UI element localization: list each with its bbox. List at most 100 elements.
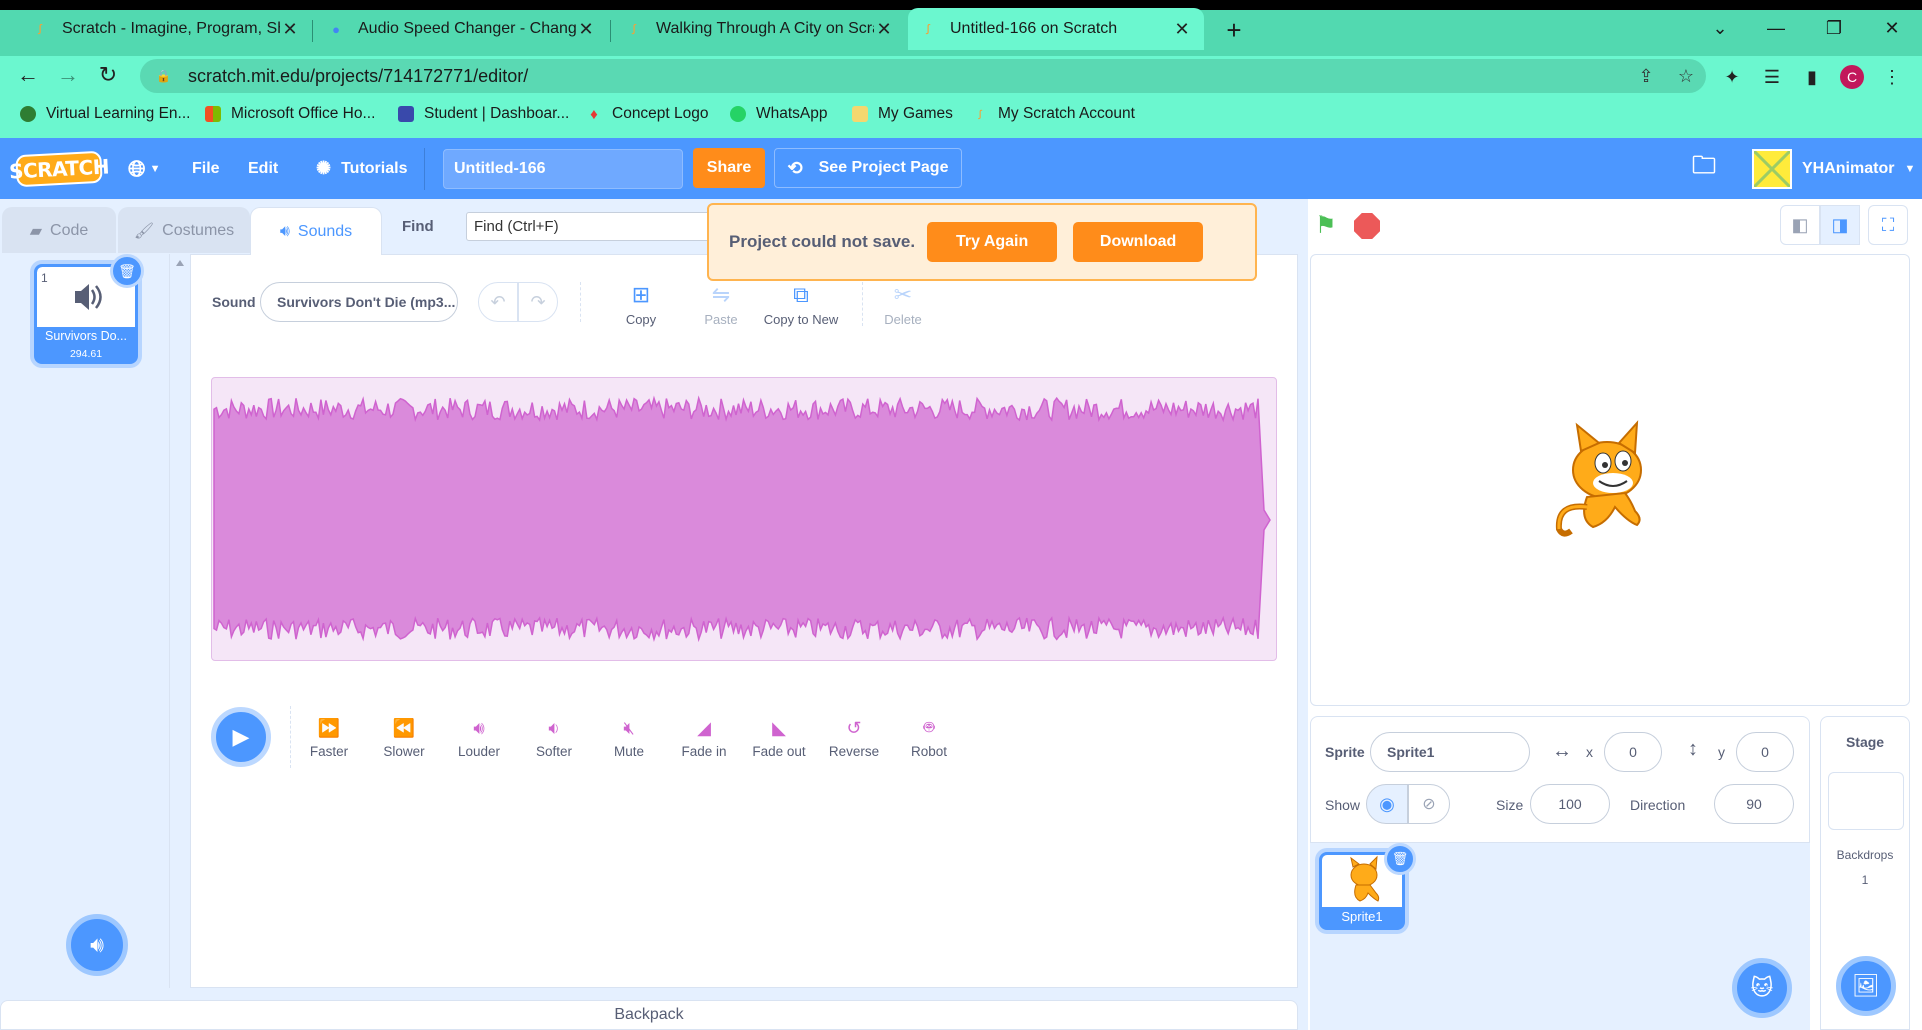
file-menu[interactable]: File [192,138,220,199]
delete-sprite-icon[interactable]: 🗑︎ [1384,843,1416,875]
sound-name: Survivors Do... [45,329,127,343]
account-menu[interactable]: YHAnimator ▼ [1752,138,1915,199]
tab-costumes[interactable]: 🖌︎ Costumes [118,207,250,253]
bookmark-item[interactable]: Virtual Learning En... [20,101,190,127]
edit-menu[interactable]: Edit [248,138,278,199]
bookmark-item[interactable]: ♦ Concept Logo [586,101,708,127]
extensions-puzzle-icon[interactable]: ✦ [1716,62,1748,92]
url-text[interactable]: scratch.mit.edu/projects/714172771/edito… [188,66,1626,87]
bookmark-item[interactable]: Microsoft Office Ho... [205,101,375,127]
softer-icon: 🔉︎ [548,717,560,738]
share-page-icon[interactable]: ⇪ [1626,66,1666,87]
browser-menu-icon[interactable]: ⋮ [1876,62,1908,92]
effect-button-faster[interactable]: ⏩ Faster [294,716,364,760]
copy-button[interactable]: ⊞ Copy [596,278,686,327]
add-backdrop-button[interactable]: 🖼︎ [1836,956,1896,1016]
browser-tab[interactable]: ꭍ Walking Through A City on Scratch ✕ [614,8,906,50]
effect-button-robot[interactable]: 🤖︎ Robot [894,716,964,760]
profile-avatar[interactable]: C [1836,62,1868,92]
see-project-page-button[interactable]: ⟲ See Project Page [774,148,962,188]
bookmark-star-icon[interactable]: ☆ [1666,66,1706,87]
close-tab-icon[interactable]: ✕ [874,19,894,40]
normal-stage-button[interactable]: ◨ [1820,205,1860,245]
new-tab-button[interactable]: + [1214,12,1254,48]
effect-button-mute[interactable]: 🔇︎ Mute [594,716,664,760]
scroll-up-icon[interactable] [176,260,184,266]
effect-button-reverse[interactable]: ↺ Reverse [819,716,889,760]
small-stage-icon: ◧ [1791,214,1809,235]
try-again-button[interactable]: Try Again [927,222,1058,262]
effect-button-slower[interactable]: ⏪ Slower [369,716,439,760]
language-globe-icon[interactable]: 🌐︎ ▼ [128,138,161,199]
close-tab-icon[interactable]: ✕ [576,19,596,40]
stop-icon[interactable] [1354,213,1380,239]
tab-code[interactable]: ▰ Code [2,207,116,253]
minimize-icon[interactable]: — [1756,10,1796,46]
sound-list-scrollbar[interactable] [170,254,190,988]
effect-label: Slower [383,744,425,759]
side-panel-icon[interactable]: ▮ [1796,62,1828,92]
bookmark-item[interactable]: ꭍ My Scratch Account [972,101,1135,127]
close-window-icon[interactable]: ✕ [1872,10,1912,46]
delete-sound-icon[interactable]: 🗑︎ [110,254,144,288]
tab-search-chevron-icon[interactable]: ⌄ [1700,10,1740,46]
media-control-icon[interactable]: ☰ [1756,62,1788,92]
sprite-name-input[interactable]: Sprite1 [1370,732,1530,772]
close-tab-icon[interactable]: ✕ [280,19,300,40]
delete-button[interactable]: ✂ Delete [858,278,948,327]
effect-button-louder[interactable]: 🔊︎ Louder [444,716,514,760]
reload-icon[interactable]: ↻ [90,60,126,90]
tutorials-button[interactable]: ✺ Tutorials [316,138,407,199]
copy-to-new-button[interactable]: ⧉ Copy to New [756,278,846,327]
paste-button[interactable]: ⇋ Paste [676,278,766,327]
close-tab-icon[interactable]: ✕ [1172,19,1192,40]
bookmark-item[interactable]: My Games [852,101,953,127]
undo-button[interactable]: ↶ [478,282,518,322]
find-input[interactable]: Find (Ctrl+F) [466,212,726,241]
browser-tab-active[interactable]: ꭍ Untitled-166 on Scratch ✕ [908,8,1204,50]
bookmark-item[interactable]: WhatsApp [730,101,828,127]
image-plus-icon: 🖼︎ [1852,973,1880,998]
alert-message: Project could not save. [729,232,916,251]
browser-tab[interactable]: ● Audio Speed Changer - Change T ✕ [316,8,608,50]
effect-button-fade-out[interactable]: ◣ Fade out [744,716,814,760]
download-button[interactable]: Download [1073,222,1204,262]
fullscreen-button[interactable]: ⛶ [1868,205,1908,245]
waveform-graph [213,395,1271,643]
waveform-display[interactable] [211,377,1277,661]
restore-icon[interactable]: ❐ [1814,10,1854,46]
share-button[interactable]: Share [693,148,765,188]
y-input[interactable]: 0 [1736,732,1794,772]
redo-button[interactable]: ↷ [518,282,558,322]
project-title-input[interactable]: Untitled-166 [443,149,683,189]
stage-canvas[interactable] [1310,254,1910,706]
play-sound-button[interactable]: ▶ [211,707,271,767]
small-stage-button[interactable]: ◧ [1780,205,1820,245]
x-input[interactable]: 0 [1604,732,1662,772]
browser-tab[interactable]: ꭍ Scratch - Imagine, Program, Share ✕ [20,8,312,50]
tab-sounds[interactable]: 🔊︎ Sounds [250,207,382,255]
backpack-bar[interactable]: Backpack [0,1000,1298,1030]
sound-name-input[interactable]: Survivors Don't Die (mp3... [260,282,458,322]
effect-button-fade-in[interactable]: ◢ Fade in [669,716,739,760]
add-sound-button[interactable]: 🔊︎ [66,914,128,976]
effect-button-softer[interactable]: 🔉︎ Softer [519,716,589,760]
back-icon[interactable]: ← [10,60,46,90]
show-visible-button[interactable]: ◉ [1366,784,1408,824]
scratch-logo[interactable]: SCRATCH [8,150,110,188]
bookmark-item[interactable]: Student | Dashboar... [398,101,569,127]
stage-thumbnail[interactable] [1828,772,1904,830]
address-bar[interactable]: 🔒 scratch.mit.edu/projects/714172771/edi… [140,59,1706,93]
save-error-alert: Project could not save. Try Again Downlo… [707,203,1257,281]
add-sprite-button[interactable]: 🐱︎ [1732,958,1792,1018]
size-input[interactable]: 100 [1530,784,1610,824]
direction-input[interactable]: 90 [1714,784,1794,824]
robot-icon: 🤖︎ [923,716,935,737]
backdrops-label: Backdrops [1836,848,1894,862]
show-hidden-button[interactable]: ⊘ [1408,784,1450,824]
scratch-cat-sprite[interactable] [1547,415,1667,547]
green-flag-icon[interactable]: ⚑ [1315,211,1345,239]
forward-icon[interactable]: → [50,60,86,90]
my-stuff-folder-icon[interactable]: 🗀 [1692,138,1716,199]
faster-icon: ⏩ [317,717,341,738]
